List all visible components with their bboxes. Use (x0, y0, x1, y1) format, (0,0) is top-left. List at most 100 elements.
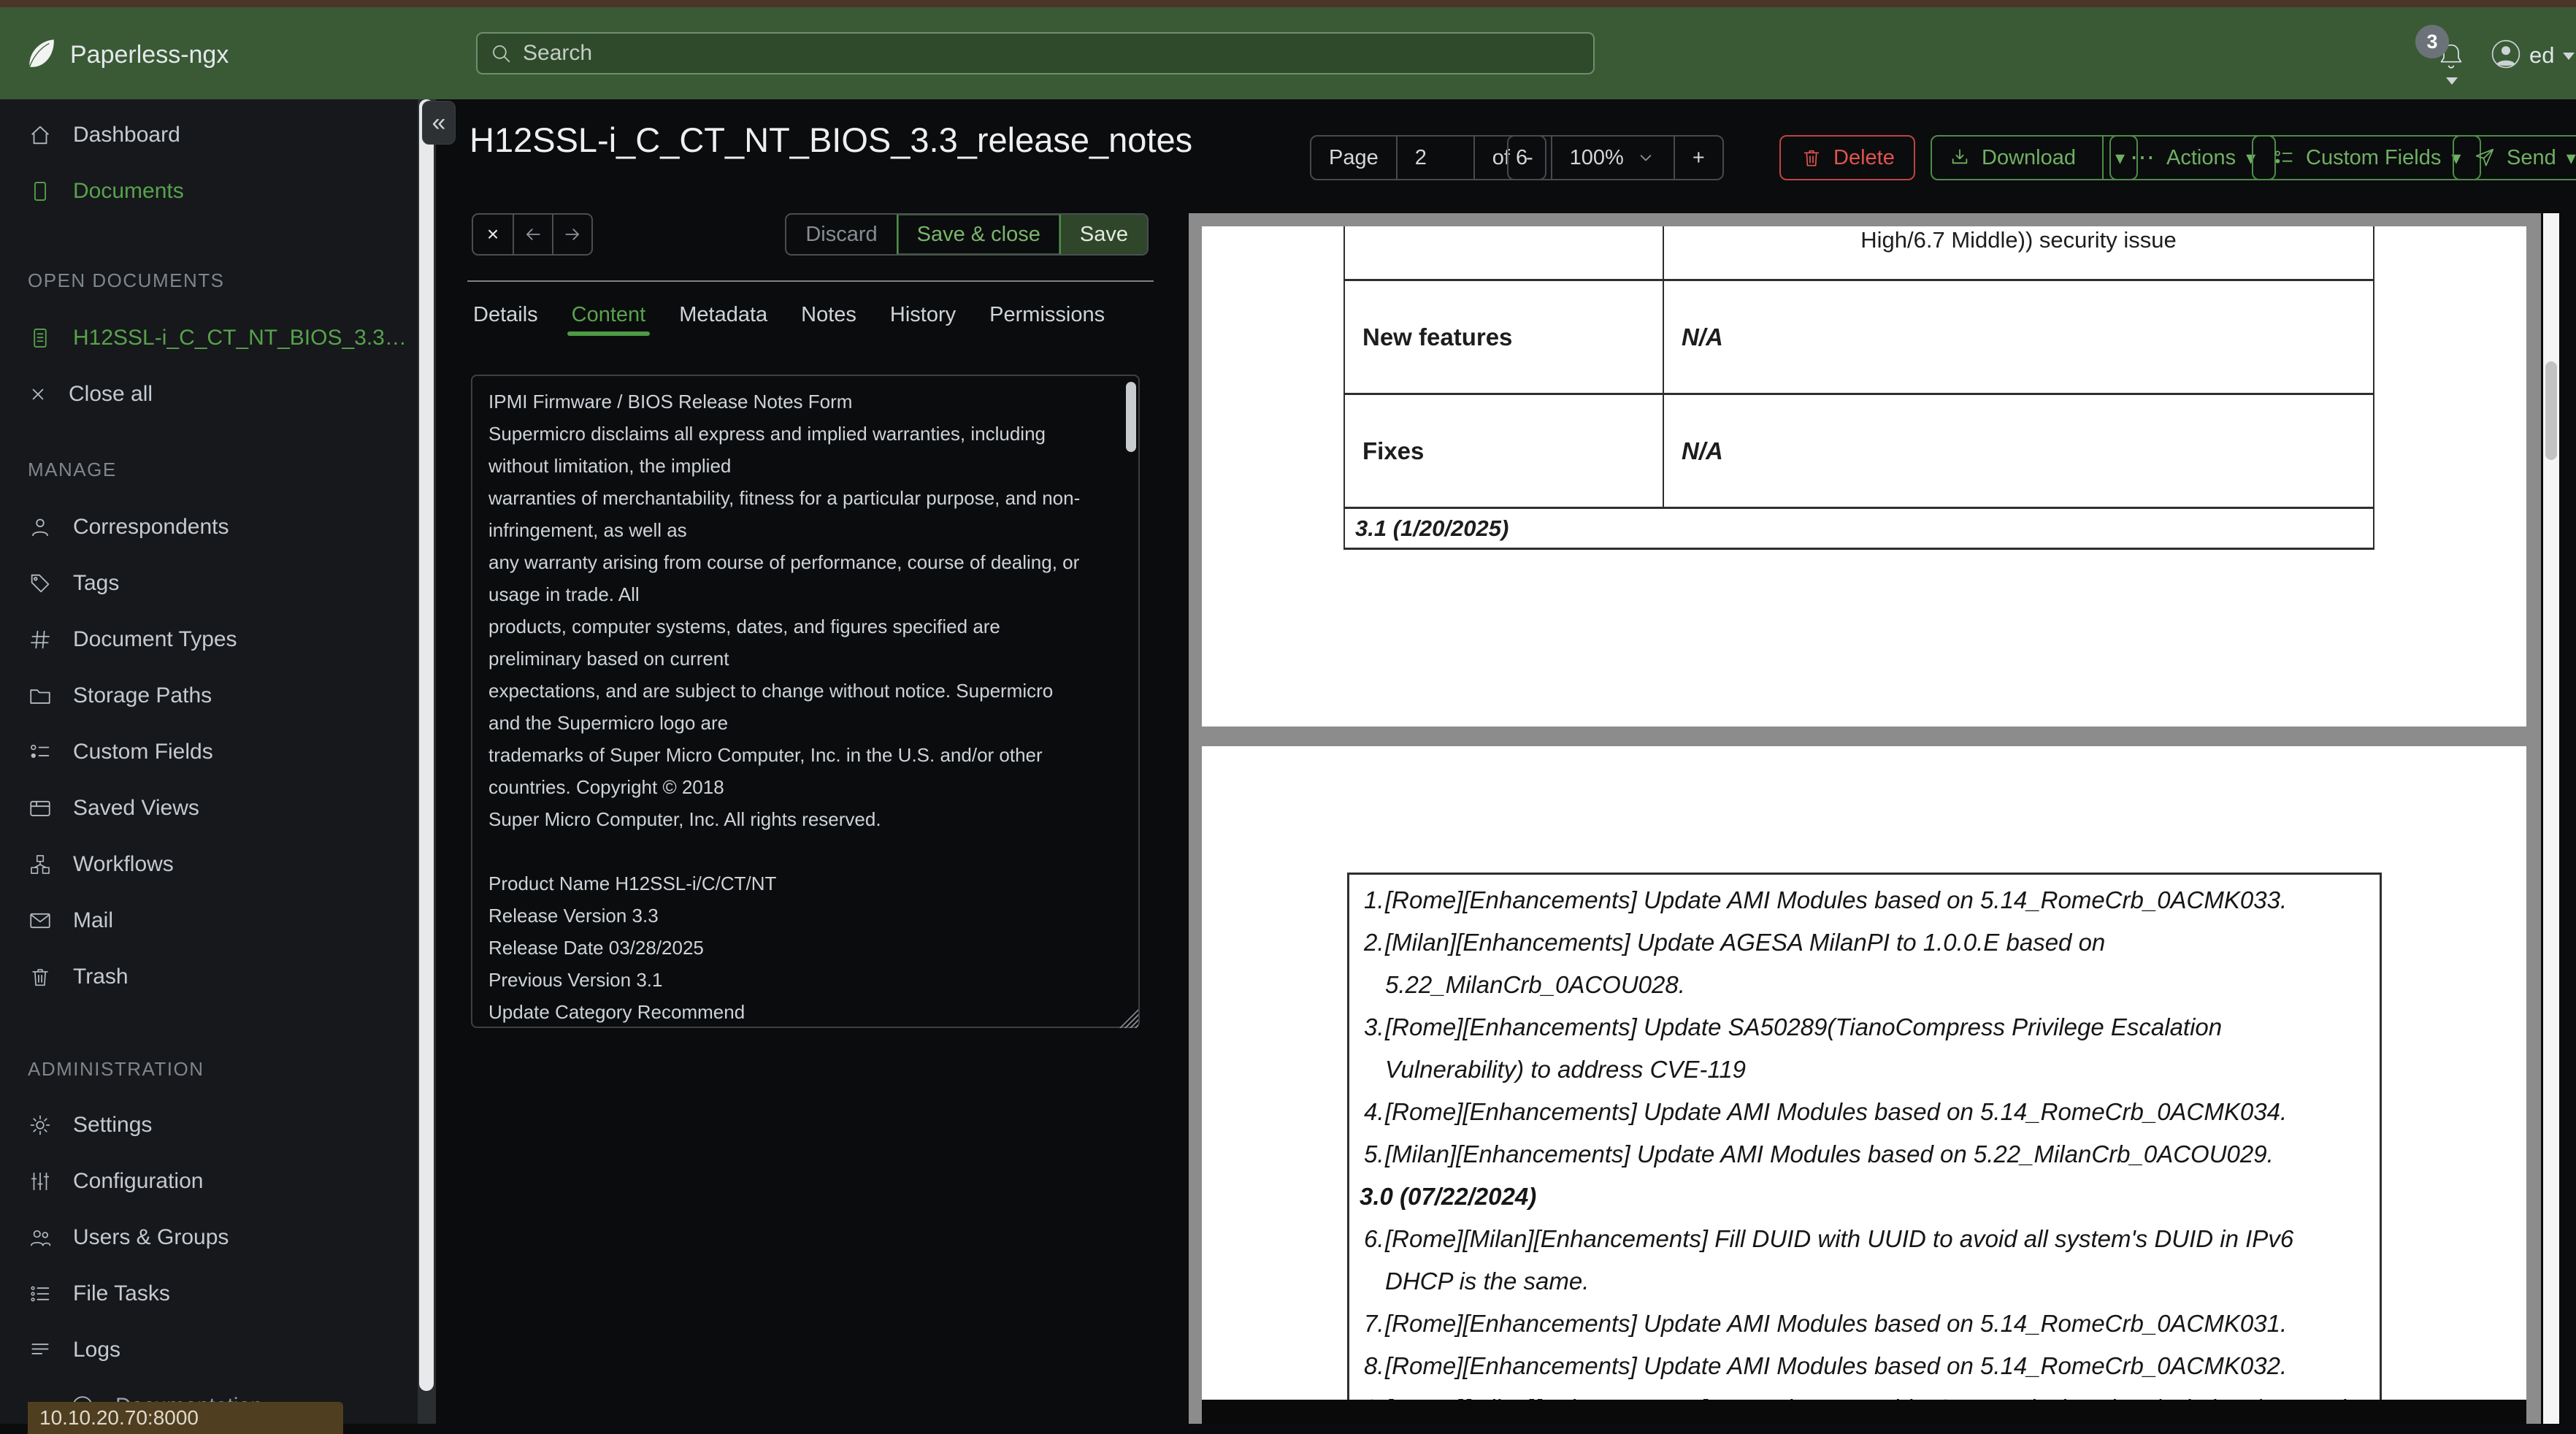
sidebar-item[interactable]: Dashboard (0, 107, 419, 163)
pdf-page-1: High/6.7 Middle)) security issue New fea… (1202, 226, 2526, 726)
actions-button[interactable]: ⋯ Actions ▾ (2109, 135, 2276, 180)
paperless-logo-feather-icon (22, 35, 58, 72)
preview-scrollbar[interactable] (2543, 213, 2559, 1424)
list-item-text: [Rome][Enhancements] Update AMI Modules … (1385, 879, 2380, 921)
list-item-text: [Rome][Milan][Enhancements] Fill DUID wi… (1385, 1218, 2380, 1303)
save-button[interactable]: Save (1061, 215, 1147, 254)
sidebar-item[interactable]: Tags (0, 555, 419, 611)
list-item-text: [Rome][Enhancements] Update SA50289(Tian… (1385, 1006, 2380, 1091)
download-split-button[interactable]: Download ▾ (1931, 135, 2138, 180)
zoom-in-button[interactable]: + (1674, 137, 1722, 179)
editor-tab[interactable]: Notes (801, 303, 856, 327)
zoom-control-group: - 100% + (1507, 135, 1724, 180)
delete-button[interactable]: Delete (1779, 135, 1915, 180)
table-cell-label: New features (1345, 281, 1664, 393)
chevron-down-icon (1636, 147, 1656, 168)
sidebar-item[interactable]: Document Types (0, 611, 419, 667)
table-row: Fixes N/A (1345, 395, 2373, 509)
table-row: New features N/A (1345, 281, 2373, 395)
sidebar-item[interactable]: Trash (0, 948, 419, 1005)
list-item-number: 5. (1349, 1133, 1385, 1176)
trash-icon (1800, 146, 1823, 169)
sidebar-item[interactable]: Storage Paths (0, 667, 419, 724)
arrow-left-icon (522, 223, 544, 245)
user-menu-caret-icon[interactable] (2563, 53, 2575, 60)
sidebar-open-document[interactable]: H12SSL-i_C_CT_NT_BIOS_3.3_rel... (0, 310, 419, 366)
ellipsis-icon: ⋯ (2130, 150, 2156, 165)
sidebar-collapse-button[interactable]: « (422, 101, 456, 145)
user-avatar-icon[interactable] (2488, 37, 2523, 72)
app-brand: Paperless-ngx (70, 41, 229, 69)
preview-margin-top (1189, 213, 2541, 226)
username[interactable]: ed (2529, 42, 2554, 69)
list-item: 6. [Rome][Milan][Enhancements] Fill DUID… (1349, 1218, 2380, 1303)
editor-tab[interactable]: History (890, 303, 956, 327)
sidebar-item[interactable]: Saved Views (0, 780, 419, 836)
page-number-input[interactable] (1415, 146, 1456, 170)
page-title: H12SSL-i_C_CT_NT_BIOS_3.3_release_notes (469, 120, 1192, 160)
editor-tabs: Details Content Metadata Notes History Permis… (473, 295, 1105, 334)
list-item-number: 7. (1349, 1303, 1385, 1345)
save-and-close-button[interactable]: Save & close (897, 215, 1061, 254)
sidebar-item[interactable]: Documents (0, 163, 419, 219)
send-icon (2473, 146, 2496, 169)
list-item: 5. [Milan][Enhancements] Update AMI Modu… (1349, 1133, 2380, 1176)
search-input[interactable] (523, 41, 1582, 66)
custom-fields-icon (2272, 146, 2296, 169)
document-nav-group: × (472, 213, 593, 256)
table-cell-value: N/A (1664, 323, 2373, 351)
table-row-version: 3.1 (1/20/2025) (1345, 509, 2373, 550)
list-item-number: 1. (1349, 879, 1385, 921)
close-icon (28, 384, 48, 404)
list-item-number: 8. (1349, 1345, 1385, 1387)
sidebar-close-all[interactable]: Close all (0, 366, 419, 422)
sidebar-scrollbar-thumb[interactable] (419, 99, 434, 1391)
list-item: 1. [Rome][Enhancements] Update AMI Modul… (1349, 879, 2380, 921)
sidebar-item[interactable]: Workflows (0, 836, 419, 892)
zoom-out-button[interactable]: - (1509, 137, 1551, 179)
editor-tab[interactable]: Details (473, 303, 538, 327)
sidebar-item[interactable]: File Tasks (0, 1265, 419, 1322)
textarea-scrollbar-thumb[interactable] (1126, 382, 1136, 452)
preview-scrollbar-thumb[interactable] (2545, 361, 2557, 460)
editor-tab[interactable]: Content (572, 303, 646, 327)
document-edit-panel: × Discard Save & close Save Details Conte… (467, 204, 1154, 1037)
close-document-button[interactable]: × (473, 215, 513, 254)
pdf-page-2: 1. [Rome][Enhancements] Update AMI Modul… (1202, 746, 2526, 1400)
custom-fields-button[interactable]: Custom Fields ▾ (2252, 135, 2481, 180)
list-item-number: 2. (1349, 921, 1385, 1006)
list-item-number: 6. (1349, 1218, 1385, 1303)
editor-tab[interactable]: Metadata (679, 303, 767, 327)
sidebar-item[interactable]: Correspondents (0, 499, 419, 555)
list-item-text: [Milan][Enhancements] Update AMI Modules… (1385, 1133, 2380, 1176)
discard-button[interactable]: Discard (786, 215, 896, 254)
download-icon (1948, 146, 1971, 169)
browser-edge-strip (0, 0, 2576, 7)
list-item-text: [Rome][Milan][Enhancements] For UsbBus-e… (1385, 1387, 2380, 1400)
document-content-textarea[interactable]: IPMI Firmware / BIOS Release Notes Form … (471, 375, 1140, 1028)
sidebar-item[interactable]: Users & Groups (0, 1209, 419, 1265)
notification-badge: 3 (2415, 25, 2449, 58)
previous-document-button[interactable] (513, 215, 552, 254)
sidebar: Dashboard Documents OPEN DOCUMENTS H12SS… (0, 99, 419, 1424)
editor-tab[interactable]: Permissions (989, 303, 1105, 327)
sidebar-item[interactable]: Mail (0, 892, 419, 948)
send-button[interactable]: Send ▾ (2453, 135, 2576, 180)
sidebar-item[interactable]: Configuration (0, 1153, 419, 1209)
global-search[interactable] (476, 32, 1595, 74)
top-navbar: Paperless-ngx 3 ed (0, 7, 2576, 99)
list-item: 3. [Rome][Enhancements] Update SA50289(T… (1349, 1006, 2380, 1091)
list-item: 8. [Rome][Enhancements] Update AMI Modul… (1349, 1345, 2380, 1387)
arrow-right-icon (561, 223, 583, 245)
sidebar-item[interactable]: Settings (0, 1097, 419, 1153)
sidebar-scrollbar[interactable] (418, 99, 436, 1424)
manage-header: MANAGE (0, 451, 419, 488)
list-item: 9. [Rome][Milan][Enhancements] For UsbBu… (1349, 1387, 2380, 1400)
sidebar-item[interactable]: Custom Fields (0, 724, 419, 780)
next-document-button[interactable] (552, 215, 591, 254)
list-item-text: 3.0 (07/22/2024) (1360, 1176, 2380, 1218)
zoom-level-select[interactable]: 100% (1551, 137, 1674, 179)
bell-caret-icon (2446, 77, 2458, 85)
list-item-number (1349, 1176, 1360, 1218)
sidebar-item[interactable]: Logs (0, 1322, 419, 1378)
